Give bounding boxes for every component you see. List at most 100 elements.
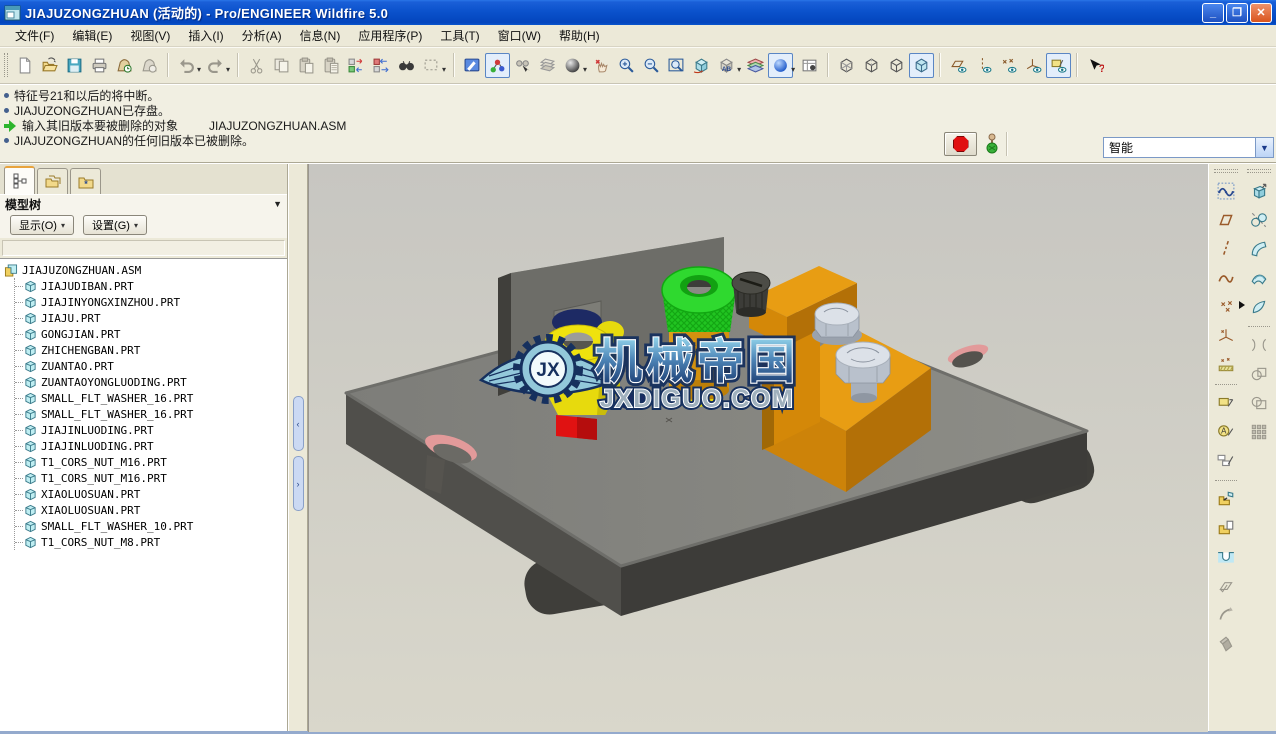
menu-item[interactable]: 插入(I) xyxy=(179,25,232,46)
tree-panel-menu-icon[interactable]: ▼ xyxy=(273,199,282,209)
select-dropdown-icon[interactable]: ▾ xyxy=(442,65,446,74)
sketch-curve-button[interactable] xyxy=(1212,177,1240,204)
selection-buffer-button[interactable] xyxy=(485,53,510,78)
no-hidden-line-button[interactable] xyxy=(884,53,909,78)
tree-item[interactable]: JIAJINYONGXINZHOU.PRT xyxy=(15,294,287,310)
3d-scene[interactable]: JX 机械帝国 机械帝国 JXDIGUO.COM JXDIGUO.COM xyxy=(309,164,1207,732)
tree-item[interactable]: XIAOLUOSUAN.PRT xyxy=(15,502,287,518)
zoom-out-button[interactable] xyxy=(639,53,664,78)
datum-plane-button[interactable] xyxy=(1212,206,1240,233)
tree-item[interactable]: GONGJIAN.PRT xyxy=(15,326,287,342)
tree-item[interactable]: ZUANTAO.PRT xyxy=(15,358,287,374)
regenerate-manager-button[interactable] xyxy=(369,53,394,78)
tree-item[interactable]: ZUANTAOYONGLUODING.PRT xyxy=(15,374,287,390)
saved-views-button[interactable]: AB xyxy=(714,53,739,78)
create-component-button[interactable] xyxy=(1212,514,1240,541)
reorient-button[interactable] xyxy=(689,53,714,78)
tree-item[interactable]: JIAJINLUODING.PRT xyxy=(15,422,287,438)
intersect-button[interactable] xyxy=(1245,389,1273,416)
datum-points-toggle[interactable] xyxy=(996,53,1021,78)
save-button[interactable] xyxy=(62,53,87,78)
undo-button[interactable] xyxy=(174,53,199,78)
stop-button[interactable] xyxy=(944,132,977,156)
slot-cut-button[interactable] xyxy=(1212,543,1240,570)
tree-item[interactable]: JIAJUDIBAN.PRT xyxy=(15,278,287,294)
regenerate-button[interactable] xyxy=(344,53,369,78)
tree-item[interactable]: ZHICHENGBAN.PRT xyxy=(15,342,287,358)
pattern-button[interactable] xyxy=(1245,418,1273,445)
copy-button[interactable] xyxy=(269,53,294,78)
flexible-component-button[interactable] xyxy=(1212,572,1240,599)
extrude-button[interactable] xyxy=(1245,177,1273,204)
close-button[interactable]: ✕ xyxy=(1250,3,1272,23)
sweep-button[interactable] xyxy=(1245,235,1273,262)
tree-item[interactable]: T1_CORS_NUT_M8.PRT xyxy=(15,534,287,550)
menu-item[interactable]: 帮助(H) xyxy=(550,25,609,46)
tab-favorites[interactable]: * xyxy=(70,168,101,194)
style-button[interactable] xyxy=(1245,293,1273,320)
minimize-button[interactable]: _ xyxy=(1202,3,1224,23)
clamp-screw[interactable] xyxy=(732,272,770,317)
wireframe-button[interactable] xyxy=(834,53,859,78)
spin-center-button[interactable] xyxy=(589,53,614,78)
datum-planes-toggle[interactable] xyxy=(946,53,971,78)
tree-root-item[interactable]: JIAJUZONGZHUAN.ASM xyxy=(4,262,287,278)
menu-item[interactable]: 应用程序(P) xyxy=(349,25,431,46)
find-button[interactable] xyxy=(394,53,419,78)
tree-item[interactable]: T1_CORS_NUT_M16.PRT xyxy=(15,470,287,486)
annotation-button[interactable] xyxy=(1212,389,1240,416)
tree-item[interactable]: T1_CORS_NUT_M16.PRT xyxy=(15,454,287,470)
appearance-button[interactable] xyxy=(768,53,793,78)
menu-item[interactable]: 编辑(E) xyxy=(63,25,121,46)
display-settings-button[interactable] xyxy=(460,53,485,78)
tree-item[interactable]: SMALL_FLT_WASHER_10.PRT xyxy=(15,518,287,534)
hidden-line-button[interactable] xyxy=(859,53,884,78)
trim-button[interactable] xyxy=(1245,331,1273,358)
shaded-button[interactable] xyxy=(909,53,934,78)
selection-filter-combo[interactable]: 智能 ▼ xyxy=(1103,137,1274,158)
bend-button[interactable] xyxy=(1212,601,1240,628)
zoom-in-button[interactable] xyxy=(614,53,639,78)
open-file-button[interactable] xyxy=(37,53,62,78)
tab-folder-browser[interactable] xyxy=(37,168,68,194)
menu-item[interactable]: 信息(N) xyxy=(291,25,350,46)
settings-button[interactable]: 设置(G)▾ xyxy=(83,215,147,235)
annotations-toggle[interactable] xyxy=(1046,53,1071,78)
redo-dropdown-icon[interactable]: ▾ xyxy=(226,65,230,74)
3d-viewport[interactable]: JX 机械帝国 机械帝国 JXDIGUO.COM JXDIGUO.COM xyxy=(308,164,1208,732)
offset-points-button[interactable] xyxy=(1212,351,1240,378)
delete-old-versions-button[interactable] xyxy=(137,53,162,78)
panel-splitter[interactable]: ‹ › xyxy=(288,164,308,731)
boundary-blend-button[interactable] xyxy=(1245,264,1273,291)
model-sheets-button[interactable] xyxy=(535,53,560,78)
hex-nut-upper[interactable] xyxy=(812,303,862,345)
flyout-arrow-icon[interactable] xyxy=(1239,301,1249,309)
datum-curve-button[interactable] xyxy=(1212,264,1240,291)
tree-item[interactable]: SMALL_FLT_WASHER_16.PRT xyxy=(15,390,287,406)
views-dropdown-icon[interactable]: ▾ xyxy=(737,65,741,74)
toolbar-drag-handle[interactable] xyxy=(1214,169,1238,173)
shaded-render-button[interactable] xyxy=(560,53,585,78)
print-button[interactable] xyxy=(87,53,112,78)
datum-axes-toggle[interactable] xyxy=(971,53,996,78)
refit-button[interactable] xyxy=(664,53,689,78)
context-help-button[interactable]: ? xyxy=(1083,53,1108,78)
restore-button[interactable]: ❐ xyxy=(1226,3,1248,23)
tree-item[interactable]: XIAOLUOSUAN.PRT xyxy=(15,486,287,502)
toolbar-drag-handle[interactable] xyxy=(1247,169,1271,173)
layers-button[interactable] xyxy=(743,53,768,78)
menu-item[interactable]: 分析(A) xyxy=(233,25,291,46)
revolve-button[interactable] xyxy=(1245,206,1273,233)
expand-right-button[interactable]: › xyxy=(293,456,304,511)
menu-item[interactable]: 文件(F) xyxy=(6,25,63,46)
selection-filter-value[interactable]: 智能 xyxy=(1104,139,1255,156)
note-flag-button[interactable] xyxy=(1212,447,1240,474)
datum-point-button[interactable] xyxy=(1212,293,1240,320)
render-dropdown-icon[interactable]: ▾ xyxy=(583,65,587,74)
toolbar-drag-handle[interactable] xyxy=(4,53,8,77)
merge-button[interactable] xyxy=(1245,360,1273,387)
combo-dropdown-icon[interactable]: ▼ xyxy=(1255,138,1273,157)
paste-special-button[interactable] xyxy=(319,53,344,78)
coordinate-system-button[interactable] xyxy=(1212,322,1240,349)
tree-item[interactable]: JIAJU.PRT xyxy=(15,310,287,326)
